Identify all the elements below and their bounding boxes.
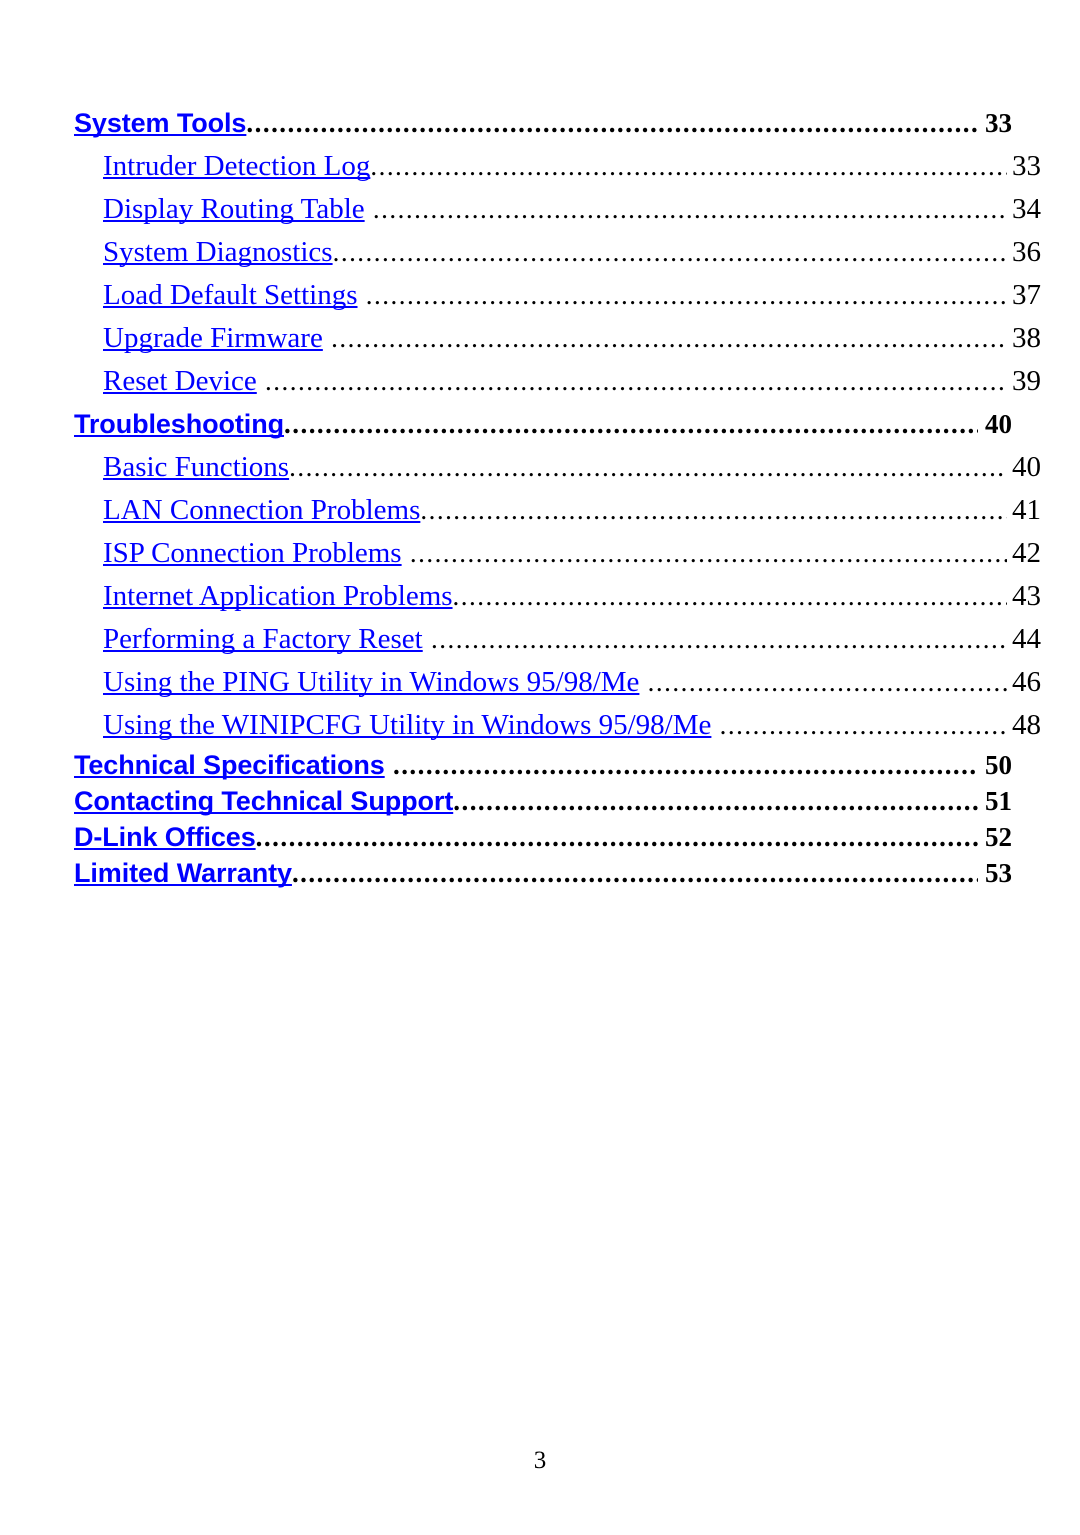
toc-entry[interactable]: Reset Device............................… bbox=[103, 361, 1041, 404]
toc-entry-title[interactable]: ISP Connection Problems bbox=[103, 533, 402, 574]
toc-page-number: 52 bbox=[985, 822, 1012, 852]
toc-page-number: 43 bbox=[1012, 580, 1041, 612]
toc-entry[interactable]: Intruder Detection Log..................… bbox=[103, 146, 1041, 189]
toc-entry[interactable]: Load Default Settings...................… bbox=[103, 275, 1041, 318]
toc-dot-leader: ........................................… bbox=[409, 538, 1007, 568]
toc-entry-title[interactable]: LAN Connection Problems bbox=[103, 490, 420, 531]
toc-entry-title[interactable]: D-Link Offices bbox=[74, 820, 256, 854]
toc-dot-leader: ........................................… bbox=[291, 858, 978, 888]
toc-dot-leader: ........................................… bbox=[647, 667, 1007, 697]
toc-entry[interactable]: ISP Connection Problems.................… bbox=[103, 533, 1041, 576]
toc-entry-title[interactable]: Load Default Settings bbox=[103, 275, 358, 316]
toc-page-number: 40 bbox=[1012, 451, 1041, 483]
toc-entry-title[interactable]: Performing a Factory Reset bbox=[103, 619, 423, 660]
toc-entry-title[interactable]: Intruder Detection Log bbox=[103, 146, 370, 187]
toc-entry[interactable]: LAN Connection Problems.................… bbox=[103, 490, 1041, 533]
toc-dot-leader: ........................................… bbox=[430, 624, 1007, 654]
toc-page-number: 40 bbox=[985, 409, 1012, 439]
toc-entry-title[interactable]: Troubleshooting bbox=[74, 404, 284, 444]
toc-dot-leader: ........................................… bbox=[365, 280, 1007, 310]
toc-entry-title[interactable]: Using the PING Utility in Windows 95/98/… bbox=[103, 662, 639, 703]
toc-page-number: 46 bbox=[1012, 666, 1041, 698]
toc-dot-leader: ........................................… bbox=[265, 366, 1007, 396]
toc-dot-leader: ........................................… bbox=[420, 495, 1007, 525]
toc-page-number: 41 bbox=[1012, 494, 1041, 526]
toc-dot-leader: ........................................… bbox=[453, 786, 978, 816]
toc-entry[interactable]: Technical Specifications................… bbox=[74, 748, 1012, 784]
toc-entry[interactable]: Display Routing Table...................… bbox=[103, 189, 1041, 232]
toc-page-number: 36 bbox=[1012, 236, 1041, 268]
toc-entry-title[interactable]: System Diagnostics bbox=[103, 232, 333, 273]
toc-entry[interactable]: System Diagnostics......................… bbox=[103, 232, 1041, 275]
toc-entry[interactable]: Basic Functions.........................… bbox=[103, 447, 1041, 490]
toc-dot-leader: ........................................… bbox=[392, 750, 978, 780]
toc-entry[interactable]: Upgrade Firmware........................… bbox=[103, 318, 1041, 361]
toc-dot-leader: ........................................… bbox=[370, 151, 1007, 181]
toc-page-number: 44 bbox=[1012, 623, 1041, 655]
toc-entry[interactable]: Performing a Factory Reset..............… bbox=[103, 619, 1041, 662]
toc-entry-title[interactable]: Technical Specifications bbox=[74, 748, 385, 782]
toc-entry-title[interactable]: System Tools bbox=[74, 103, 246, 143]
toc-page-number: 38 bbox=[1012, 322, 1041, 354]
toc-entry-title[interactable]: Limited Warranty bbox=[74, 856, 292, 890]
toc-page-number: 33 bbox=[1012, 150, 1041, 182]
toc-entry-title[interactable]: Internet Application Problems bbox=[103, 576, 453, 617]
document-page: System Tools............................… bbox=[0, 0, 1080, 1535]
toc-page-number: 53 bbox=[985, 858, 1012, 888]
toc-entry[interactable]: Using the WINIPCFG Utility in Windows 95… bbox=[103, 705, 1041, 748]
toc-dot-leader: ........................................… bbox=[289, 452, 1007, 482]
toc-dot-leader: ........................................… bbox=[246, 108, 978, 138]
page-folio-number: 3 bbox=[533, 1447, 547, 1474]
toc-dot-leader: ........................................… bbox=[332, 237, 1007, 267]
toc-dot-leader: ........................................… bbox=[255, 822, 978, 852]
toc-page-number: 33 bbox=[985, 108, 1012, 138]
toc-entry[interactable]: Using the PING Utility in Windows 95/98/… bbox=[103, 662, 1041, 705]
toc-dot-leader: ........................................… bbox=[372, 194, 1007, 224]
toc-entry-title[interactable]: Basic Functions bbox=[103, 447, 289, 488]
toc-dot-leader: ........................................… bbox=[331, 323, 1007, 353]
toc-page-number: 42 bbox=[1012, 537, 1041, 569]
table-of-contents: System Tools............................… bbox=[74, 103, 1041, 892]
toc-page-number: 50 bbox=[985, 750, 1012, 780]
toc-page-number: 34 bbox=[1012, 193, 1041, 225]
toc-page-number: 48 bbox=[1012, 709, 1041, 741]
toc-entry[interactable]: Internet Application Problems...........… bbox=[103, 576, 1041, 619]
toc-entry-title[interactable]: Contacting Technical Support bbox=[74, 784, 453, 818]
toc-dot-leader: ........................................… bbox=[452, 581, 1007, 611]
toc-entry[interactable]: System Tools............................… bbox=[74, 103, 1012, 146]
toc-dot-leader: ........................................… bbox=[719, 710, 1007, 740]
toc-page-number: 39 bbox=[1012, 365, 1041, 397]
toc-entry[interactable]: Limited Warranty........................… bbox=[74, 856, 1012, 892]
toc-entry[interactable]: Troubleshooting.........................… bbox=[74, 404, 1012, 447]
toc-entry-title[interactable]: Upgrade Firmware bbox=[103, 318, 323, 359]
toc-entry-title[interactable]: Using the WINIPCFG Utility in Windows 95… bbox=[103, 705, 711, 746]
toc-dot-leader: ........................................… bbox=[283, 409, 978, 439]
toc-page-number: 37 bbox=[1012, 279, 1041, 311]
toc-entry-title[interactable]: Reset Device bbox=[103, 361, 257, 402]
toc-page-number: 51 bbox=[985, 786, 1012, 816]
toc-entry-title[interactable]: Display Routing Table bbox=[103, 189, 365, 230]
toc-entry[interactable]: D-Link Offices..........................… bbox=[74, 820, 1012, 856]
toc-entry[interactable]: Contacting Technical Support............… bbox=[74, 784, 1012, 820]
